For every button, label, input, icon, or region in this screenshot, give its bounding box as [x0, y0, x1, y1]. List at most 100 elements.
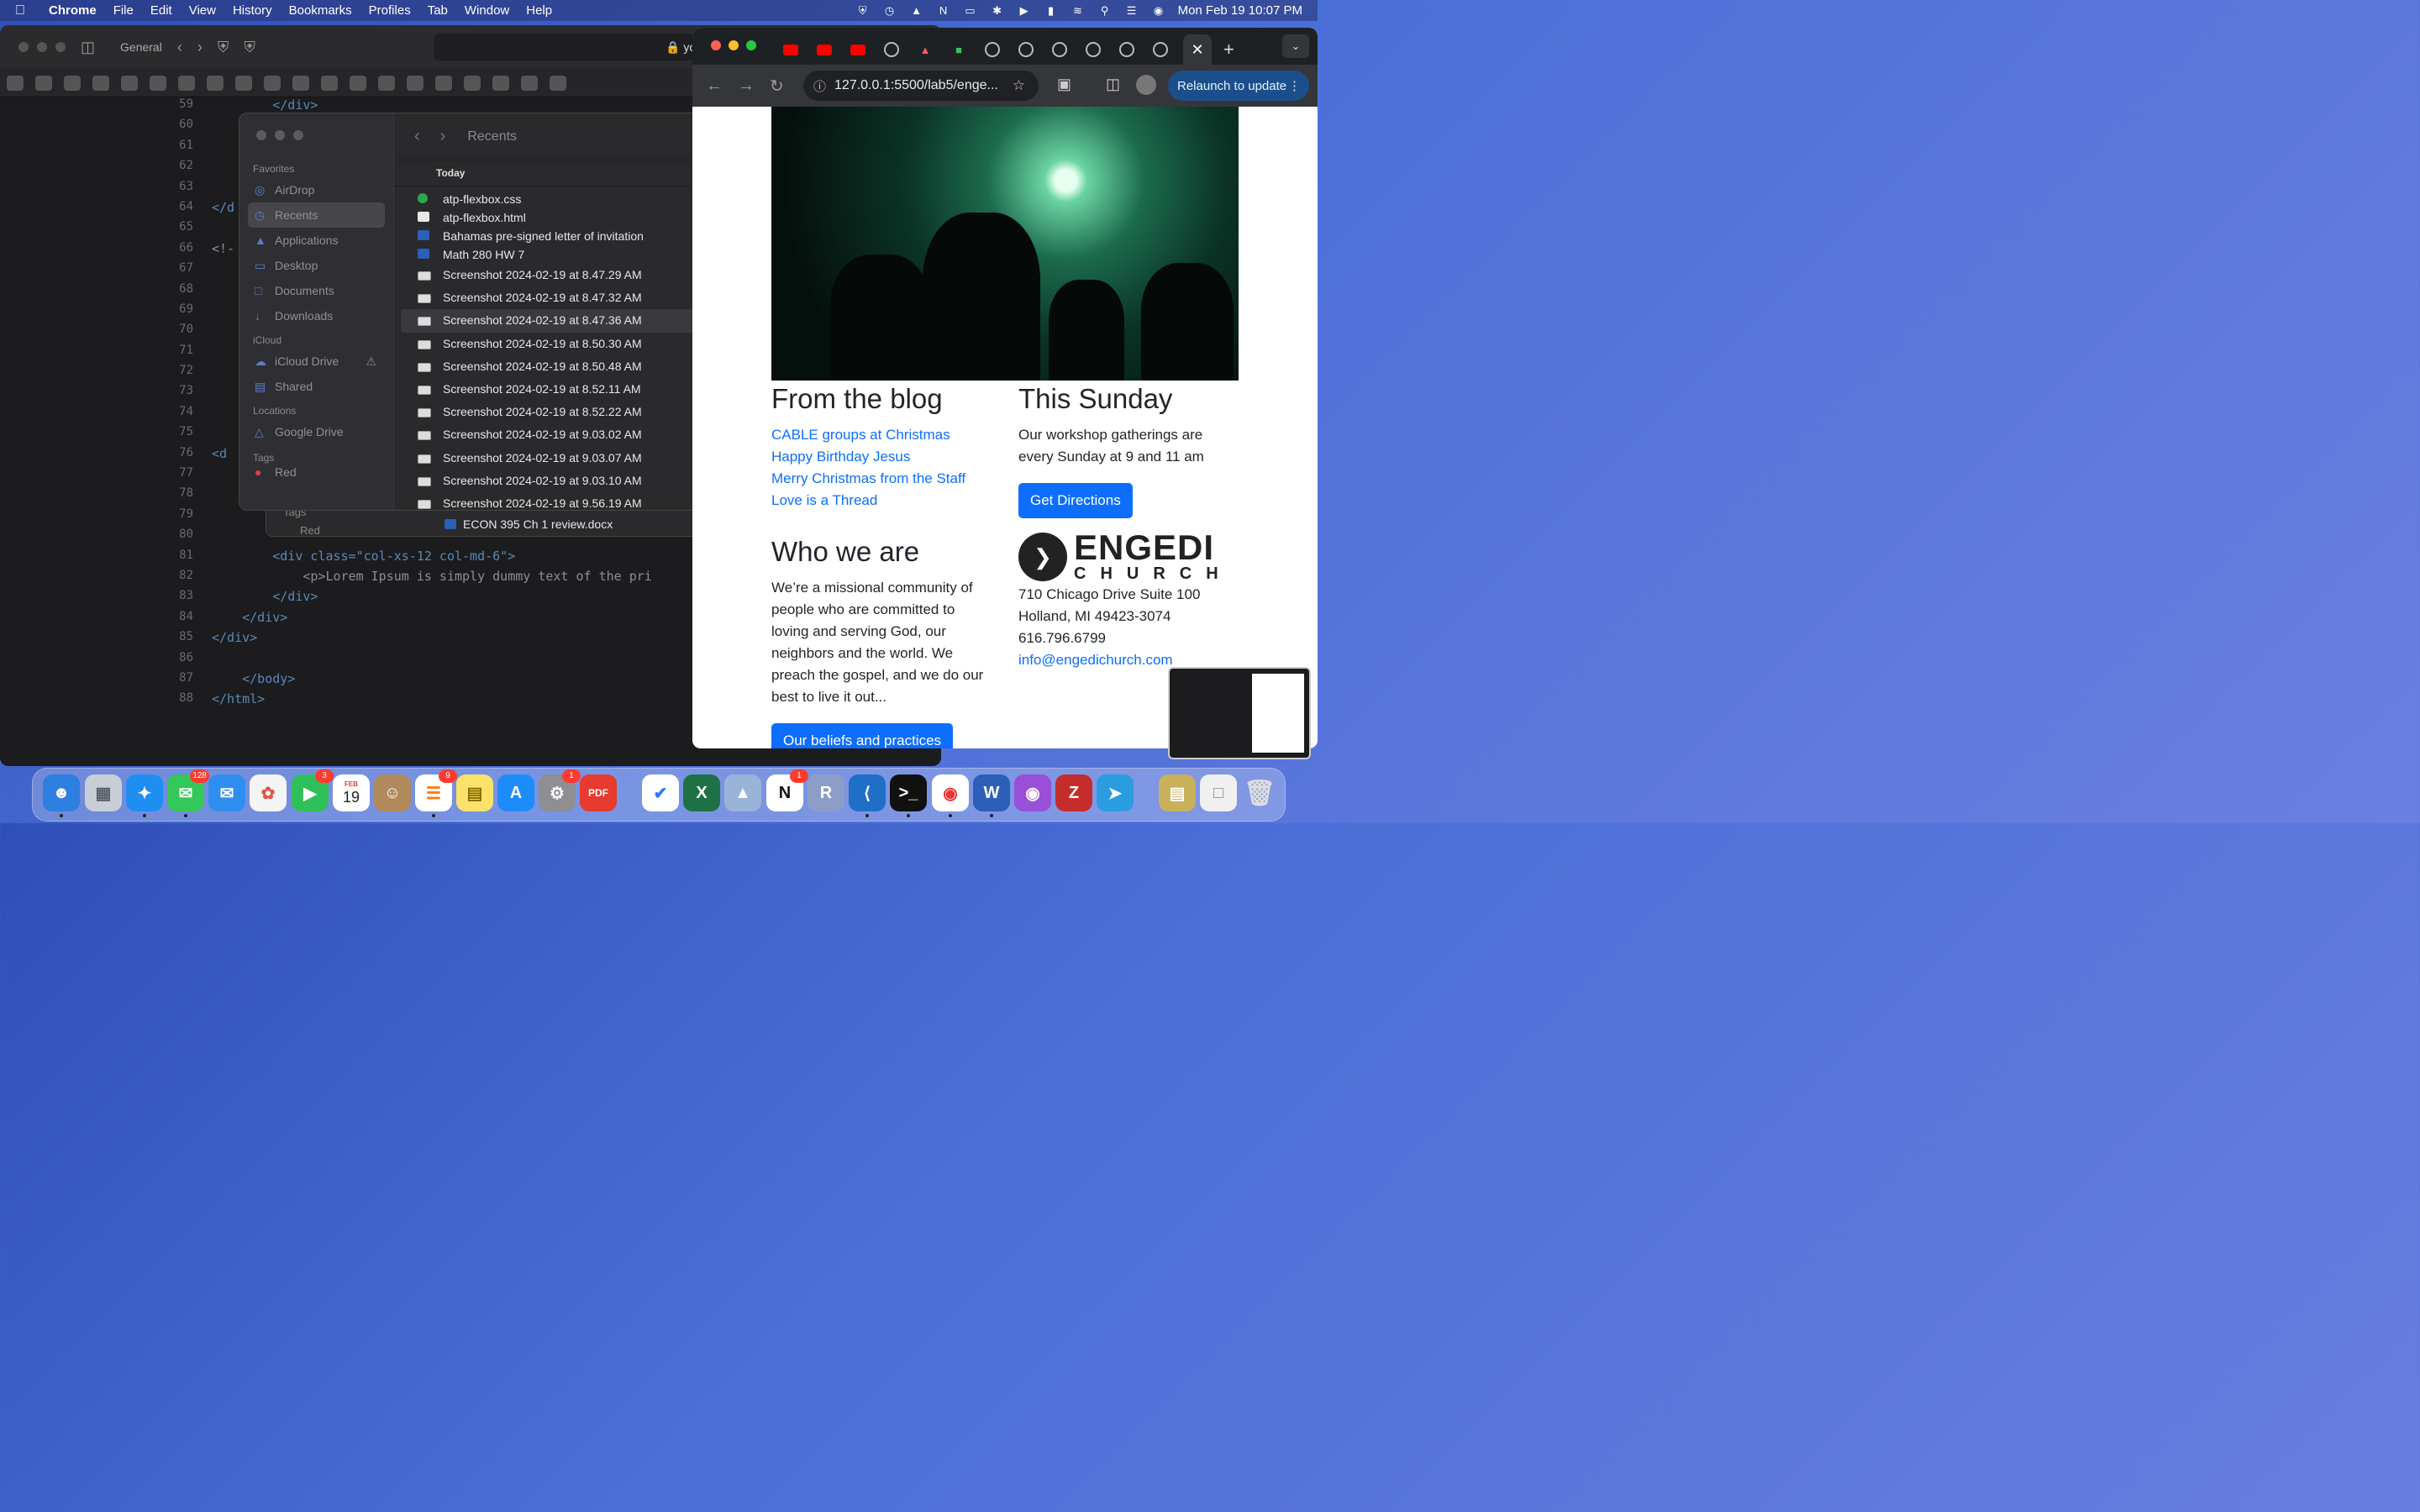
- dock-photos-icon[interactable]: ✿: [250, 774, 287, 811]
- dock-settings-icon[interactable]: ⚙ 1: [539, 769, 581, 811]
- menu-file[interactable]: File: [113, 3, 134, 18]
- bookmark-icon[interactable]: [121, 75, 138, 91]
- tab-globe[interactable]: [1049, 39, 1071, 60]
- editor-close-button[interactable]: [18, 42, 29, 52]
- blog-link[interactable]: Love is a Thread: [771, 490, 992, 512]
- get-directions-button[interactable]: Get Directions: [1018, 483, 1133, 518]
- bookmark-icon[interactable]: [35, 75, 52, 91]
- extensions-icon[interactable]: ▣: [1057, 76, 1071, 93]
- active-tab-close-icon[interactable]: ✕: [1183, 34, 1212, 65]
- bookmark-icon[interactable]: [292, 75, 309, 91]
- file-row[interactable]: Screenshot 2024-02-19 at 8.52.22 AM: [401, 401, 703, 423]
- reload-icon[interactable]: ↻: [770, 76, 788, 97]
- menu-profiles[interactable]: Profiles: [369, 3, 411, 18]
- editor-address-bar[interactable]: 🔒 you: [434, 34, 711, 60]
- dock-launchpad-icon[interactable]: ▦: [85, 774, 122, 811]
- notion-status-icon[interactable]: N: [936, 4, 951, 18]
- file-row[interactable]: Screenshot 2024-02-19 at 8.47.32 AM: [401, 286, 703, 309]
- shield-status-icon[interactable]: ⛨: [855, 4, 871, 18]
- relaunch-button[interactable]: Relaunch to update ⋮: [1168, 71, 1309, 101]
- bookmark-icon[interactable]: [407, 75, 424, 91]
- tab-globe[interactable]: [1150, 39, 1171, 60]
- bookmark-icon[interactable]: [521, 75, 538, 91]
- tab-globe[interactable]: [1082, 39, 1104, 60]
- file-row[interactable]: Screenshot 2024-02-19 at 8.50.48 AM: [401, 355, 703, 378]
- file-row[interactable]: Math 280 HW 7: [401, 245, 703, 264]
- apple-menu-icon[interactable]: : [15, 3, 34, 18]
- address-bar[interactable]: ⓘ 127.0.0.1:5500/lab5/enge... ☆: [803, 71, 1039, 101]
- menu-history[interactable]: History: [233, 3, 272, 18]
- dock-calendar-icon[interactable]: FEB 19: [333, 774, 370, 811]
- chrome-forward-icon[interactable]: →: [738, 76, 756, 96]
- dock-preview-icon[interactable]: ▲: [724, 774, 761, 811]
- new-tab-icon[interactable]: +: [1223, 39, 1234, 60]
- file-row[interactable]: Screenshot 2024-02-19 at 9.03.07 AM: [401, 447, 703, 470]
- chrome-minimize-button[interactable]: [729, 40, 739, 50]
- beliefs-button[interactable]: Our beliefs and practices: [771, 723, 954, 748]
- bookmark-icon[interactable]: [64, 75, 81, 91]
- forward-icon[interactable]: ›: [197, 39, 203, 56]
- dock-downloads-stack-icon[interactable]: ▤: [1159, 774, 1196, 811]
- sidebar-toggle-icon[interactable]: ◫: [81, 39, 95, 56]
- tab-globe[interactable]: [1015, 39, 1037, 60]
- file-row[interactable]: atp-flexbox.html: [401, 208, 703, 227]
- file-row[interactable]: Screenshot 2024-02-19 at 8.47.29 AM: [401, 264, 703, 286]
- menu-window[interactable]: Window: [465, 3, 509, 18]
- bookmark-icon[interactable]: [464, 75, 481, 91]
- file-row[interactable]: atp-flexbox.css: [401, 190, 703, 208]
- behind-tag-red[interactable]: Red: [300, 524, 320, 537]
- shield-icon[interactable]: ⛨: [218, 39, 229, 56]
- menu-edit[interactable]: Edit: [150, 3, 172, 18]
- menu-view[interactable]: View: [189, 3, 216, 18]
- bookmark-icon[interactable]: [178, 75, 195, 91]
- dock-excel-icon[interactable]: X: [683, 774, 720, 811]
- dock-mail-icon[interactable]: ✉: [208, 774, 245, 811]
- dock-finder-icon[interactable]: ☻: [43, 774, 80, 817]
- pdf-status-icon[interactable]: ▭: [963, 4, 978, 18]
- menu-help[interactable]: Help: [526, 3, 552, 18]
- bookmark-icon[interactable]: [92, 75, 109, 91]
- menu-bookmarks[interactable]: Bookmarks: [289, 3, 352, 18]
- dock-todo-icon[interactable]: ✔: [642, 774, 679, 811]
- bookmark-star-icon[interactable]: ☆: [1013, 77, 1025, 94]
- bookmark-icon[interactable]: [207, 75, 224, 91]
- sidebar-item-icloud-drive[interactable]: ☁ iCloud Drive ⚠: [248, 349, 385, 374]
- dock-word-icon[interactable]: W: [973, 774, 1010, 817]
- file-row[interactable]: Bahamas pre-signed letter of invitation: [401, 227, 703, 245]
- dock-messages-icon[interactable]: ✉ 128: [167, 769, 209, 817]
- menu-clock[interactable]: Mon Feb 19 10:07 PM: [1178, 3, 1302, 18]
- dock-pdf-icon[interactable]: PDF: [580, 774, 617, 811]
- sidebar-item-airdrop[interactable]: ◎ AirDrop: [248, 177, 385, 202]
- tab-globe[interactable]: [981, 39, 1003, 60]
- sidebar-tag-red[interactable]: ● Red: [248, 466, 385, 478]
- blog-link[interactable]: Happy Birthday Jesus: [771, 446, 992, 468]
- file-row[interactable]: Screenshot 2024-02-19 at 9.03.02 AM: [401, 423, 703, 446]
- bookmark-icon[interactable]: [378, 75, 395, 91]
- profile-avatar[interactable]: [1136, 75, 1156, 95]
- bookmark-icon[interactable]: [7, 75, 24, 91]
- finder-back-icon[interactable]: ‹: [414, 127, 420, 146]
- sidebar-item-recents[interactable]: ◷ Recents: [248, 202, 385, 228]
- dock-notion-icon[interactable]: N1: [766, 769, 808, 811]
- privacy-icon[interactable]: ⛨: [244, 39, 255, 56]
- side-panel-icon[interactable]: ◫: [1106, 76, 1120, 93]
- tab-airbnb[interactable]: ▲: [914, 39, 936, 60]
- back-icon[interactable]: ‹: [177, 39, 182, 56]
- dock-app-store-icon[interactable]: A: [497, 774, 534, 811]
- finder-zoom-button[interactable]: [293, 130, 303, 140]
- dock-chrome-icon[interactable]: ◉: [932, 774, 969, 817]
- dock-telegram-icon[interactable]: ➤: [1097, 774, 1134, 811]
- sidebar-item-documents[interactable]: □ Documents: [248, 278, 385, 303]
- bookmark-icon[interactable]: [264, 75, 281, 91]
- dock-zotero-icon[interactable]: Z: [1055, 774, 1092, 811]
- tab-app[interactable]: ■: [948, 39, 970, 60]
- dock-r-icon[interactable]: R: [808, 774, 844, 811]
- bookmark-icon[interactable]: [350, 75, 366, 91]
- drive-status-icon[interactable]: ▲: [909, 4, 924, 18]
- file-row[interactable]: Screenshot 2024-02-19 at 8.50.30 AM: [401, 333, 703, 355]
- file-row[interactable]: Screenshot 2024-02-19 at 9.03.10 AM: [401, 470, 703, 492]
- bookmark-icon[interactable]: [550, 75, 566, 91]
- timer-status-icon[interactable]: ◷: [882, 4, 897, 18]
- tab-youtube[interactable]: [813, 39, 835, 60]
- tab-search-chevron-icon[interactable]: ⌄: [1282, 34, 1309, 58]
